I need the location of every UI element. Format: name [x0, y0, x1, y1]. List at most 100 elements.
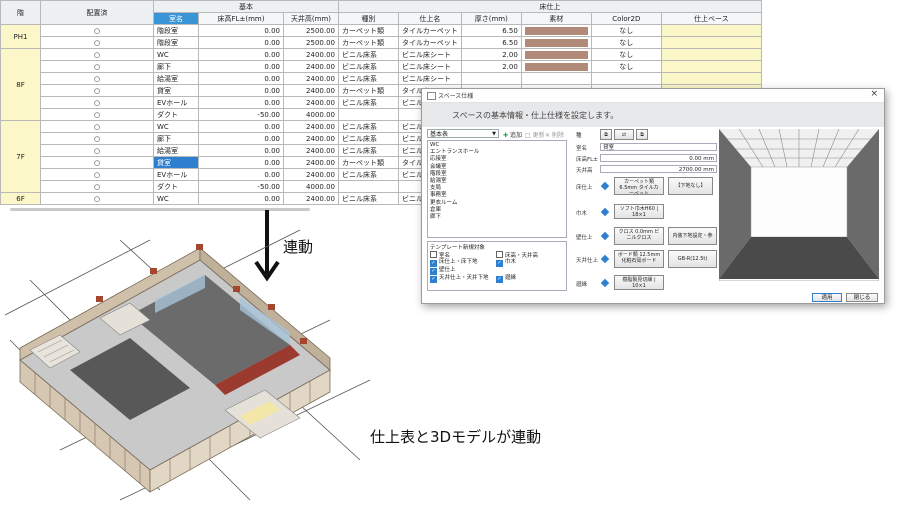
header-thickness[interactable]: 厚さ(mm) [460, 12, 522, 25]
finish-name-cell[interactable]: ビニル床シート [398, 72, 462, 85]
room-name-cell[interactable]: WC [153, 48, 199, 61]
floor-fl-cell[interactable]: -50.00 [198, 108, 284, 121]
molding-button[interactable]: 樹脂製見切縁 | 10×1 [614, 275, 664, 290]
checkbox-icon[interactable]: ✓ [496, 260, 503, 267]
floor-fl-cell[interactable]: 0.00 [198, 48, 284, 61]
space-filter-select[interactable]: 基本表 ▼ [427, 129, 499, 138]
close-button[interactable]: 閉じる [846, 293, 878, 302]
skirting-icon[interactable] [600, 207, 610, 217]
floor-fl-field[interactable]: 0.00 mm [600, 154, 717, 162]
list-item[interactable]: 倉庫 [430, 207, 564, 214]
ceiling-cell[interactable]: 2400.00 [283, 96, 339, 109]
room-name-cell[interactable]: ダクト [153, 108, 199, 121]
add-button[interactable]: ✚ 追加 [503, 130, 522, 139]
finish-base-cell[interactable] [660, 72, 762, 85]
wall-button[interactable]: クロス 0.0mm ビニルクロス [614, 227, 664, 245]
header-ceiling[interactable]: 天井高(mm) [283, 12, 339, 25]
floor-fl-cell[interactable]: 0.00 [198, 192, 284, 205]
placement-check[interactable]: ○ [40, 84, 154, 97]
placement-check[interactable]: ○ [40, 144, 154, 157]
floor-fl-cell[interactable]: 0.00 [198, 36, 284, 49]
room-name-cell[interactable]: 階段室 [153, 24, 199, 37]
header-kind[interactable]: 種別 [338, 12, 399, 25]
checkbox-icon[interactable]: ✓ [496, 276, 503, 283]
placement-check[interactable]: ○ [40, 48, 154, 61]
room-name-cell[interactable]: EVホール [153, 168, 199, 181]
list-item[interactable]: 事務室 [430, 192, 564, 199]
ceiling-cell[interactable]: 2400.00 [283, 120, 339, 133]
material-cell[interactable] [520, 36, 592, 49]
finish-base-cell[interactable] [660, 60, 762, 73]
ceiling-cell[interactable]: 2400.00 [283, 156, 339, 169]
kind-cell[interactable]: ビニル床系 [338, 60, 399, 73]
placement-check[interactable]: ○ [40, 120, 154, 133]
list-item[interactable]: 給湯室 [430, 178, 564, 185]
placement-check[interactable]: ○ [40, 72, 154, 85]
floor-fl-cell[interactable]: 0.00 [198, 144, 284, 157]
finish-base-cell[interactable] [660, 24, 762, 37]
floor-fl-cell[interactable]: 0.00 [198, 84, 284, 97]
kind-cell[interactable]: ビニル床系 [338, 96, 399, 109]
list-item[interactable]: エントランスホール [430, 149, 564, 156]
floor-fl-cell[interactable]: 0.00 [198, 156, 284, 169]
header-floor-fl[interactable]: 床高FL±(mm) [198, 12, 284, 25]
finish-base-cell[interactable] [660, 36, 762, 49]
room-name-cell[interactable]: 階段室 [153, 36, 199, 49]
finish-base-cell[interactable] [660, 48, 762, 61]
room-name-cell[interactable]: 廊下 [153, 132, 199, 145]
room-name-cell[interactable]: ダクト [153, 180, 199, 193]
room-name-cell[interactable]: EVホール [153, 96, 199, 109]
list-item[interactable]: 応接室 [430, 156, 564, 163]
thickness-cell[interactable] [460, 72, 522, 85]
thickness-cell[interactable]: 6.50 [460, 36, 522, 49]
room-name-cell[interactable]: WC [153, 192, 199, 205]
template-option[interactable]: ✓ 巾木 [496, 259, 516, 267]
kind-cell[interactable]: ビニル床系 [338, 192, 399, 205]
wall-icon[interactable] [600, 231, 610, 241]
list-item[interactable]: 階段室 [430, 171, 564, 178]
color2d-cell[interactable] [590, 72, 662, 85]
placement-check[interactable]: ○ [40, 192, 154, 205]
ceiling-cell[interactable]: 2400.00 [283, 192, 339, 205]
kind-cell[interactable]: ビニル床系 [338, 72, 399, 85]
header-room-name[interactable]: 室名 [153, 12, 199, 25]
finish-name-cell[interactable]: ビニル床シート [398, 48, 462, 61]
template-option[interactable]: ✓ 床仕上・床下地 [430, 259, 478, 267]
template-option[interactable]: ✓ 壁仕上 [430, 267, 456, 275]
checkbox-icon[interactable]: ✓ [430, 260, 437, 267]
space-list[interactable]: WC エントランスホール 応接室 会議室 階段室 給湯室 支局 事務室 更衣ルーム 倉庫 廊下 [427, 140, 567, 238]
ceiling-cell[interactable]: 2400.00 [283, 48, 339, 61]
ceiling-field[interactable]: 2700.00 mm [600, 165, 717, 173]
placement-check[interactable]: ○ [40, 168, 154, 181]
kind-cell[interactable]: カーペット類 [338, 156, 399, 169]
thickness-cell[interactable]: 2.00 [460, 60, 522, 73]
material-cell[interactable] [520, 72, 592, 85]
dialog-titlebar[interactable]: スペース仕様 × [422, 89, 884, 103]
finish-name-cell[interactable]: タイルカーペット [398, 24, 462, 37]
room-name-cell[interactable]: 貸室 [153, 84, 199, 97]
list-item[interactable]: 会議室 [430, 164, 564, 171]
kind-cell[interactable]: ビニル床系 [338, 120, 399, 133]
floor-finish-button[interactable]: カーペット類 6.5mm タイルカーペット [614, 177, 664, 195]
placement-check[interactable]: ○ [40, 108, 154, 121]
floor-fl-cell[interactable]: -50.00 [198, 180, 284, 193]
header-finish-base[interactable]: 仕上ベース [660, 12, 762, 25]
ceiling-cell[interactable]: 2400.00 [283, 60, 339, 73]
room-name-cell[interactable]: 貸室 [153, 156, 199, 169]
ceiling-cell[interactable]: 2400.00 [283, 168, 339, 181]
finish-name-cell[interactable]: タイルカーペット [398, 36, 462, 49]
placement-check[interactable]: ○ [40, 36, 154, 49]
floor-fl-cell[interactable]: 0.00 [198, 168, 284, 181]
close-icon[interactable]: × [870, 89, 878, 99]
table-row[interactable]: ○給湯室0.002400.00ビニル床系ビニル床シート [1, 72, 762, 85]
ceiling-cell[interactable]: 2400.00 [283, 132, 339, 145]
wall-base-button[interactable]: 内装下地設定・参照 [668, 227, 717, 245]
template-option[interactable]: ✓ 廻縁 [496, 275, 516, 283]
table-row[interactable]: PH1 ○ 階段室 0.00 2500.00 カーペット類 タイルカーペット 6.50 なし [0, 24, 762, 49]
table-row[interactable]: ○ 階段室 0.00 2500.00 カーペット類 タイルカーペット 6.50 なし [1, 36, 762, 49]
kind-cell[interactable] [338, 180, 399, 193]
list-item[interactable]: 更衣ルーム [430, 200, 564, 207]
room-name-cell[interactable]: 廊下 [153, 60, 199, 73]
floor-fl-cell[interactable]: 0.00 [198, 132, 284, 145]
ceiling-cell[interactable]: 2400.00 [283, 84, 339, 97]
